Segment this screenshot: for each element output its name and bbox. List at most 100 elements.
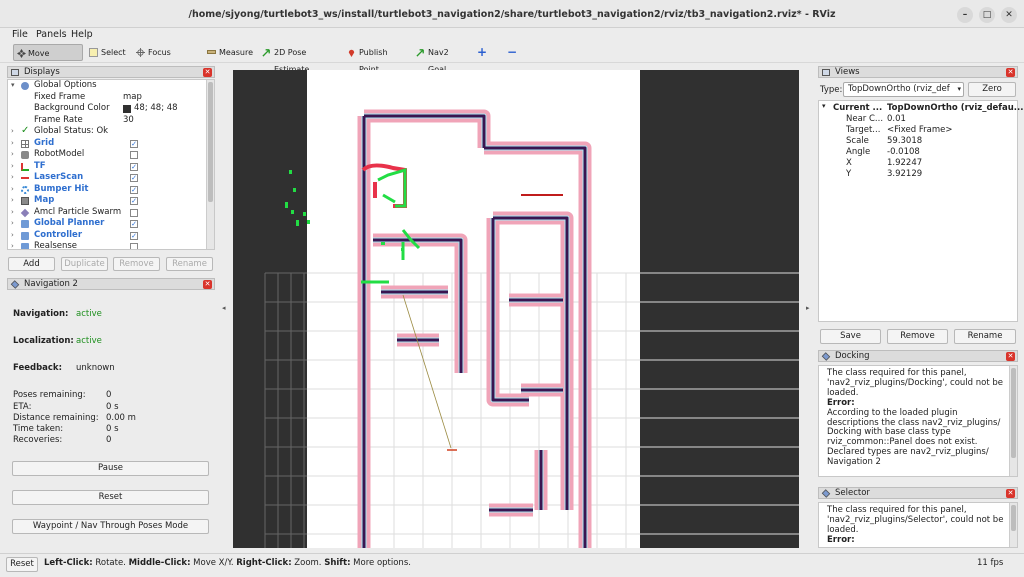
remove-tool-button[interactable]: −: [503, 44, 519, 61]
collapse-left-icon[interactable]: ◂: [222, 304, 226, 312]
expand-arrow-icon[interactable]: ▾: [822, 102, 826, 110]
display-checkbox[interactable]: [130, 243, 138, 249]
near-clip-value[interactable]: 0.01: [887, 114, 906, 124]
save-view-button[interactable]: Save: [820, 329, 881, 344]
views-tree[interactable]: ▾ Current ... TopDownOrtho (rviz_defau..…: [818, 100, 1023, 322]
menu-help[interactable]: Help: [71, 28, 93, 41]
menu-file[interactable]: File: [12, 28, 28, 41]
y-value[interactable]: 3.92129: [887, 169, 922, 179]
display-background-color[interactable]: Background Color 48; 48; 48: [8, 103, 206, 115]
angle-value[interactable]: -0.0108: [887, 147, 920, 157]
scrollbar-thumb[interactable]: [1011, 368, 1016, 458]
display-label: Background Color: [34, 103, 110, 113]
docking-scrollbar[interactable]: [1009, 366, 1017, 476]
display-global-options[interactable]: ▾ Global Options: [8, 80, 206, 92]
pose-estimate-tool[interactable]: 2D Pose Estimate: [259, 44, 335, 74]
close-views-icon[interactable]: ✕: [1006, 68, 1015, 77]
close-navigation-icon[interactable]: ✕: [203, 280, 212, 289]
display-value[interactable]: 30: [123, 115, 134, 127]
display-checkbox[interactable]: ✓: [130, 220, 138, 228]
nav2-goal-tool[interactable]: Nav2 Goal: [413, 44, 463, 74]
display-robotmodel[interactable]: › RobotModel: [8, 149, 206, 161]
render-viewport[interactable]: [233, 70, 799, 548]
scale-value[interactable]: 59.3018: [887, 136, 922, 146]
publish-point-tool[interactable]: Publish Point: [344, 44, 404, 74]
displays-scrollbar[interactable]: [206, 80, 214, 249]
expand-arrow-icon[interactable]: ›: [11, 184, 14, 196]
display-checkbox[interactable]: ✓: [130, 231, 138, 240]
display-fixed-frame[interactable]: Fixed Frame map: [8, 92, 206, 104]
focus-camera-tool[interactable]: Focus Camera: [133, 44, 196, 74]
remove-view-button[interactable]: Remove: [887, 329, 948, 344]
display-global-planner[interactable]: › Global Planner ✓: [8, 218, 206, 230]
rename-view-button[interactable]: Rename: [954, 329, 1016, 344]
rename-display-button[interactable]: Rename: [166, 257, 213, 271]
move-camera-tool[interactable]: Move Camera: [13, 44, 83, 75]
display-grid[interactable]: › Grid ✓: [8, 138, 206, 150]
display-frame-rate[interactable]: Frame Rate 30: [8, 115, 206, 127]
measure-tool[interactable]: Measure: [204, 44, 256, 61]
display-checkbox[interactable]: [130, 151, 138, 159]
expand-arrow-icon[interactable]: ›: [11, 126, 14, 138]
selector-scrollbar[interactable]: [1009, 503, 1017, 547]
expand-arrow-icon[interactable]: ▾: [11, 80, 15, 92]
menu-panels[interactable]: Panels: [36, 28, 67, 41]
expand-arrow-icon[interactable]: ›: [11, 138, 14, 150]
display-checkbox[interactable]: ✓: [130, 162, 138, 171]
display-checkbox[interactable]: ✓: [130, 174, 138, 182]
display-map[interactable]: › Map ✓: [8, 195, 206, 207]
minimize-button[interactable]: –: [957, 7, 973, 23]
select-tool[interactable]: Select: [86, 44, 131, 61]
expand-arrow-icon[interactable]: ›: [11, 218, 14, 230]
display-laserscan[interactable]: › LaserScan ✓: [8, 172, 206, 184]
reset-time-button[interactable]: Reset: [6, 557, 38, 572]
display-realsense[interactable]: › Realsense: [8, 241, 206, 249]
display-value[interactable]: map: [123, 92, 142, 104]
display-bumper-hit[interactable]: › Bumper Hit ✓: [8, 184, 206, 196]
pause-button[interactable]: Pause: [12, 461, 209, 476]
expand-arrow-icon[interactable]: ›: [11, 161, 14, 173]
expand-arrow-icon[interactable]: ›: [11, 195, 14, 207]
add-tool-button[interactable]: +: [474, 44, 488, 61]
remove-display-button[interactable]: Remove: [113, 257, 160, 271]
expand-arrow-icon[interactable]: ›: [11, 241, 14, 249]
display-checkbox[interactable]: [130, 208, 138, 217]
scrollbar-thumb[interactable]: [1011, 505, 1016, 531]
displays-tree[interactable]: ▾ Global Options Fixed Frame map Backgroun…: [7, 79, 215, 250]
x-value[interactable]: 1.92247: [887, 158, 922, 168]
display-checkbox[interactable]: ✓: [130, 139, 138, 148]
zero-button[interactable]: Zero: [968, 82, 1016, 97]
feedback-value: unknown: [76, 363, 115, 373]
display-amcl-particle-swarm[interactable]: › Amcl Particle Swarm: [8, 207, 206, 219]
close-selector-icon[interactable]: ✕: [1006, 489, 1015, 498]
display-checkbox[interactable]: ✓: [130, 185, 138, 194]
view-type-label: Type:: [820, 85, 843, 95]
expand-arrow-icon[interactable]: ›: [11, 172, 14, 184]
close-displays-icon[interactable]: ✕: [203, 68, 212, 77]
display-tf[interactable]: › TF ✓: [8, 161, 206, 173]
view-type-select[interactable]: TopDownOrtho (rviz_def ▾: [843, 82, 964, 97]
expand-arrow-icon[interactable]: ›: [11, 230, 14, 242]
display-controller[interactable]: › Controller ✓: [8, 230, 206, 242]
time-taken-label: Time taken:: [13, 424, 64, 434]
display-global-status[interactable]: › ✓ Global Status: Ok: [8, 126, 206, 138]
duplicate-display-button[interactable]: Duplicate: [61, 257, 108, 271]
add-display-button[interactable]: Add: [8, 257, 55, 271]
views-panel-header: Views ✕: [818, 66, 1018, 78]
waypoint-mode-button[interactable]: Waypoint / Nav Through Poses Mode: [12, 519, 209, 534]
recoveries-label: Recoveries:: [13, 435, 63, 445]
docking-panel-header: Docking ✕: [818, 350, 1018, 362]
expand-arrow-icon[interactable]: ›: [11, 149, 14, 161]
close-docking-icon[interactable]: ✕: [1006, 352, 1015, 361]
collapse-right-icon[interactable]: ▸: [806, 304, 810, 312]
target-frame-value[interactable]: <Fixed Frame>: [887, 125, 952, 135]
hint-left-click: Left-Click:: [44, 558, 93, 568]
selector-error-text: The class required for this panel, 'nav2…: [827, 505, 1004, 535]
display-checkbox[interactable]: ✓: [130, 197, 138, 205]
reset-navigation-button[interactable]: Reset: [12, 490, 209, 505]
color-value[interactable]: 48; 48; 48: [123, 103, 178, 115]
scrollbar-thumb[interactable]: [208, 82, 213, 202]
maximize-button[interactable]: □: [979, 7, 995, 23]
close-window-button[interactable]: ✕: [1001, 7, 1017, 23]
expand-arrow-icon[interactable]: ›: [11, 207, 14, 219]
